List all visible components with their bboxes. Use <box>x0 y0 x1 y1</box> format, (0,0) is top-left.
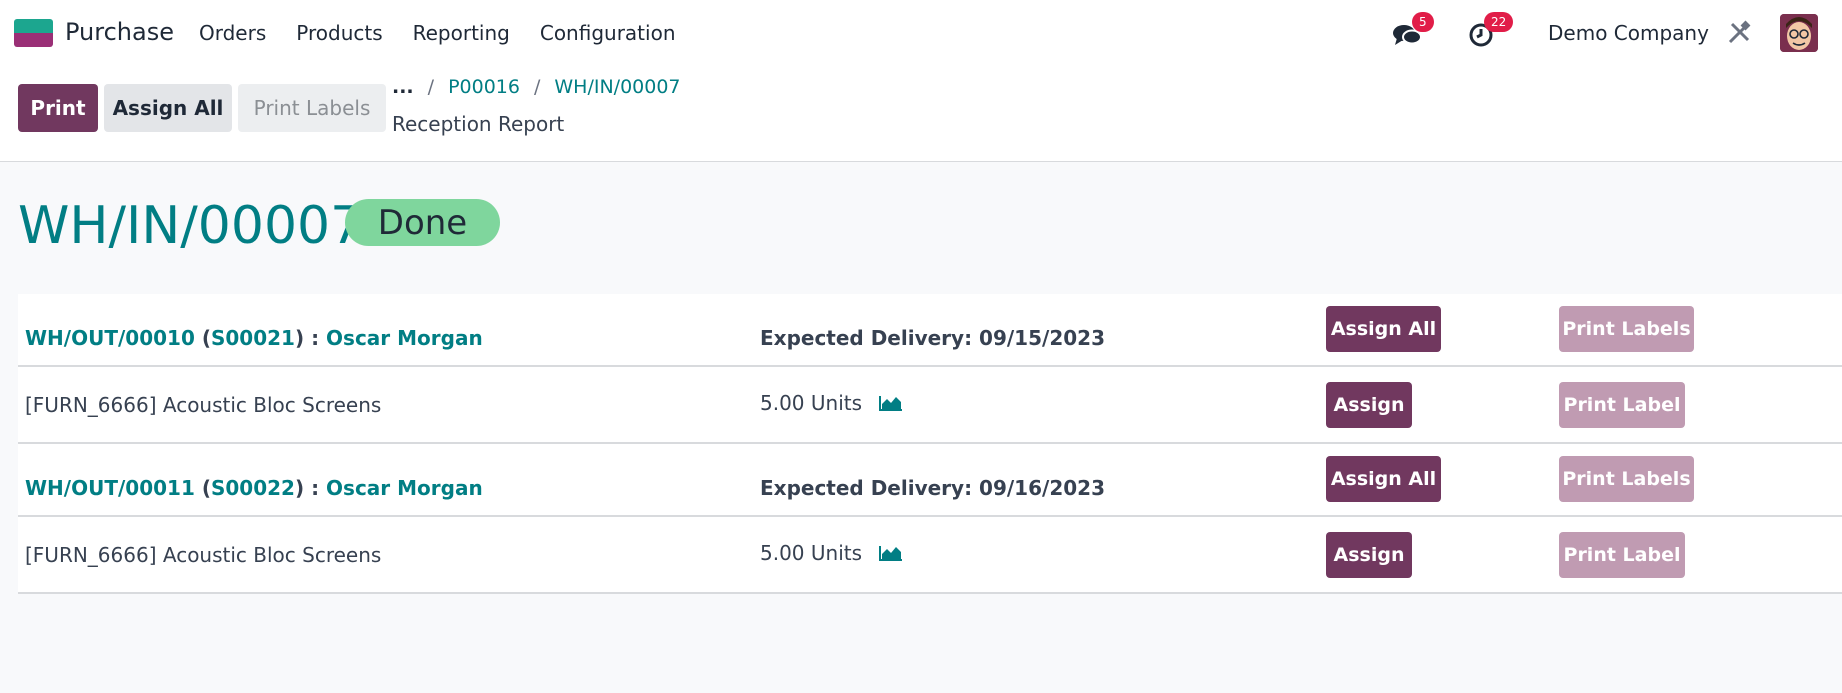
user-face-icon <box>1780 14 1818 52</box>
sale-order-link[interactable]: S00021 <box>211 326 295 350</box>
print-button[interactable]: Print <box>18 84 98 132</box>
breadcrumb-po[interactable]: P00016 <box>448 76 520 98</box>
breadcrumb-separator: / <box>427 76 435 98</box>
move-line-row: [FURN_6666] Acoustic Bloc Screens 5.00 U… <box>18 517 1842 594</box>
group-print-labels-button[interactable]: Print Labels <box>1559 456 1694 502</box>
app-name[interactable]: Purchase <box>65 18 174 46</box>
quantity-cell: 5.00 Units <box>760 541 904 565</box>
breadcrumb-more[interactable]: ... <box>392 76 414 98</box>
breadcrumb-separator: / <box>533 76 541 98</box>
line-print-label-button[interactable]: Print Label <box>1559 382 1685 428</box>
expected-delivery: Expected Delivery: 09/15/2023 <box>760 326 1105 350</box>
group-header-row: WH/OUT/00010 (S00021) : Oscar Morgan Exp… <box>18 294 1842 367</box>
menu-reporting[interactable]: Reporting <box>413 21 510 45</box>
status-badge: Done <box>345 199 500 246</box>
quantity-value: 5.00 Units <box>760 541 863 565</box>
assign-all-button[interactable]: Assign All <box>104 84 232 132</box>
product-name: [FURN_6666] Acoustic Bloc Screens <box>25 543 382 567</box>
messages-button[interactable]: 5 <box>1390 12 1434 48</box>
group-assign-all-button[interactable]: Assign All <box>1326 306 1441 352</box>
menu-products[interactable]: Products <box>296 21 382 45</box>
group-header-row: WH/OUT/00011 (S00022) : Oscar Morgan Exp… <box>18 444 1842 517</box>
print-labels-button[interactable]: Print Labels <box>238 84 386 132</box>
reception-report: WH/OUT/00010 (S00021) : Oscar Morgan Exp… <box>18 294 1842 594</box>
forecast-chart-icon[interactable] <box>878 544 904 562</box>
breadcrumb-receipt[interactable]: WH/IN/00007 <box>554 76 680 98</box>
partner-link[interactable]: Oscar Morgan <box>326 476 483 500</box>
quantity-value: 5.00 Units <box>760 391 863 415</box>
main-menu: Orders Products Reporting Configuration <box>199 21 706 45</box>
breadcrumb-current: Reception Report <box>392 112 565 136</box>
group-header-title: WH/OUT/00010 (S00021) : Oscar Morgan <box>25 326 483 350</box>
menu-orders[interactable]: Orders <box>199 21 266 45</box>
partner-link[interactable]: Oscar Morgan <box>326 326 483 350</box>
expected-delivery: Expected Delivery: 09/16/2023 <box>760 476 1105 500</box>
paren-close: ) : <box>294 326 327 350</box>
line-print-label-button[interactable]: Print Label <box>1559 532 1685 578</box>
product-name: [FURN_6666] Acoustic Bloc Screens <box>25 393 382 417</box>
paren-open: ( <box>201 326 211 350</box>
control-panel: Print Assign All Print Labels ... / P000… <box>0 66 1842 162</box>
group-print-labels-button[interactable]: Print Labels <box>1559 306 1694 352</box>
user-avatar[interactable] <box>1780 14 1818 52</box>
forecast-chart-icon[interactable] <box>878 394 904 412</box>
paren-open: ( <box>201 476 211 500</box>
line-assign-button[interactable]: Assign <box>1326 382 1412 428</box>
activities-badge: 22 <box>1484 12 1514 32</box>
outgoing-transfer-link[interactable]: WH/OUT/00011 <box>25 476 195 500</box>
line-assign-button[interactable]: Assign <box>1326 532 1412 578</box>
paren-close: ) : <box>294 476 327 500</box>
group-assign-all-button[interactable]: Assign All <box>1326 456 1441 502</box>
quantity-cell: 5.00 Units <box>760 391 904 415</box>
sale-order-link[interactable]: S00022 <box>211 476 295 500</box>
outgoing-transfer-link[interactable]: WH/OUT/00010 <box>25 326 195 350</box>
move-line-row: [FURN_6666] Acoustic Bloc Screens 5.00 U… <box>18 367 1842 444</box>
top-navbar: Purchase Orders Products Reporting Confi… <box>0 0 1842 66</box>
breadcrumb: ... / P00016 / WH/IN/00007 <box>392 76 681 98</box>
group-header-title: WH/OUT/00011 (S00022) : Oscar Morgan <box>25 476 483 500</box>
messages-badge: 5 <box>1412 12 1434 32</box>
debug-tools-icon[interactable] <box>1726 20 1752 46</box>
company-switcher[interactable]: Demo Company <box>1548 21 1709 45</box>
apps-menu-icon[interactable] <box>14 19 53 47</box>
page-title: WH/IN/00007 <box>18 196 364 256</box>
activities-button[interactable]: 22 <box>1466 12 1514 48</box>
menu-configuration[interactable]: Configuration <box>540 21 676 45</box>
